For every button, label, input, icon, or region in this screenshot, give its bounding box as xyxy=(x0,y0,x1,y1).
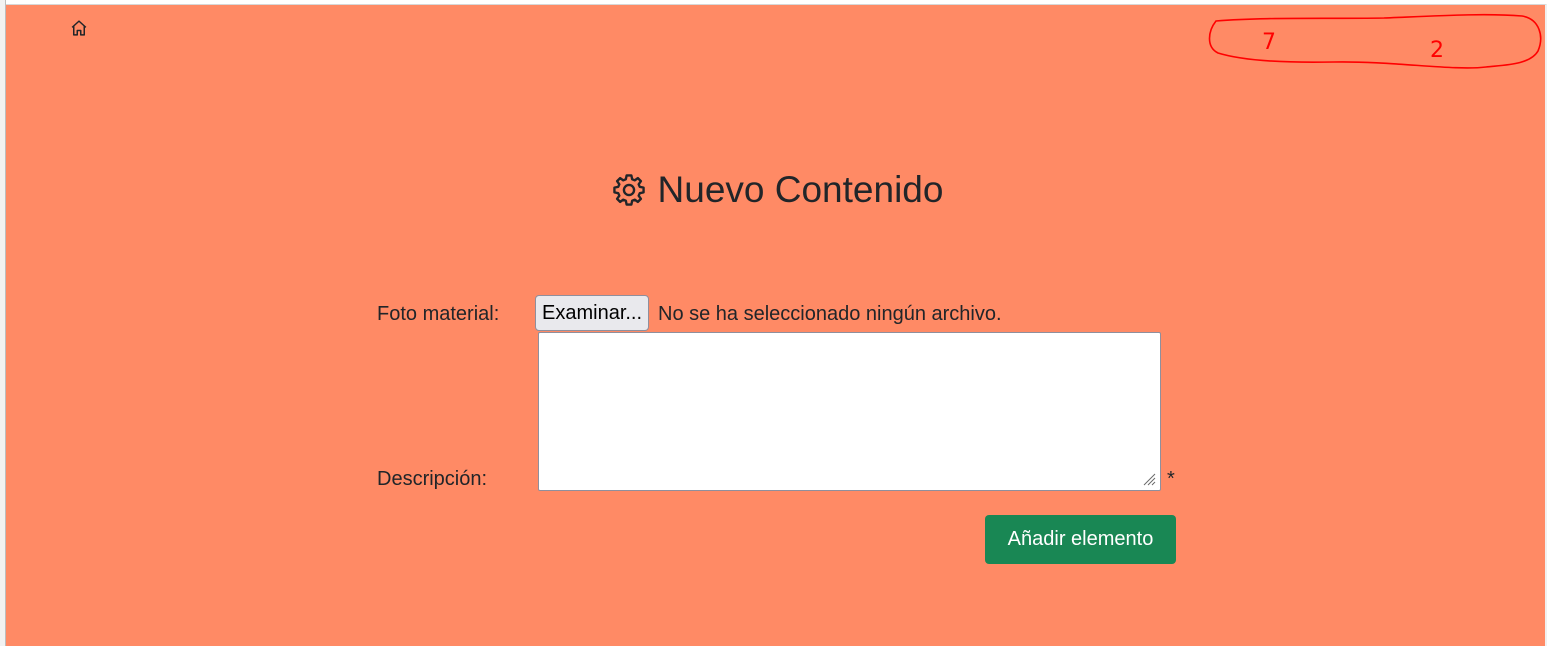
required-marker: * xyxy=(1167,468,1175,490)
page-container: 7 2 Nuevo Contenido Foto material: Exami… xyxy=(6,4,1547,646)
resize-grip-icon[interactable] xyxy=(1140,470,1156,486)
scribble-mark-right: 2 xyxy=(1430,38,1444,63)
add-element-button[interactable]: Añadir elemento xyxy=(985,515,1176,564)
browse-file-button[interactable]: Examinar... xyxy=(535,295,650,331)
scribble-mark-left: 7 xyxy=(1262,30,1276,55)
file-status-text: No se ha seleccionado ningún archivo. xyxy=(658,303,1002,325)
description-label: Descripción: xyxy=(377,468,488,490)
photo-label: Foto material: xyxy=(377,303,500,325)
gear-icon xyxy=(612,174,645,206)
house-icon xyxy=(71,20,87,36)
page-title: Nuevo Contenido xyxy=(6,168,1547,212)
page-title-text: Nuevo Contenido xyxy=(657,169,944,210)
description-textarea[interactable] xyxy=(538,332,1161,491)
red-scribble-annotation: 7 2 xyxy=(1208,13,1542,69)
home-link[interactable] xyxy=(68,17,90,39)
